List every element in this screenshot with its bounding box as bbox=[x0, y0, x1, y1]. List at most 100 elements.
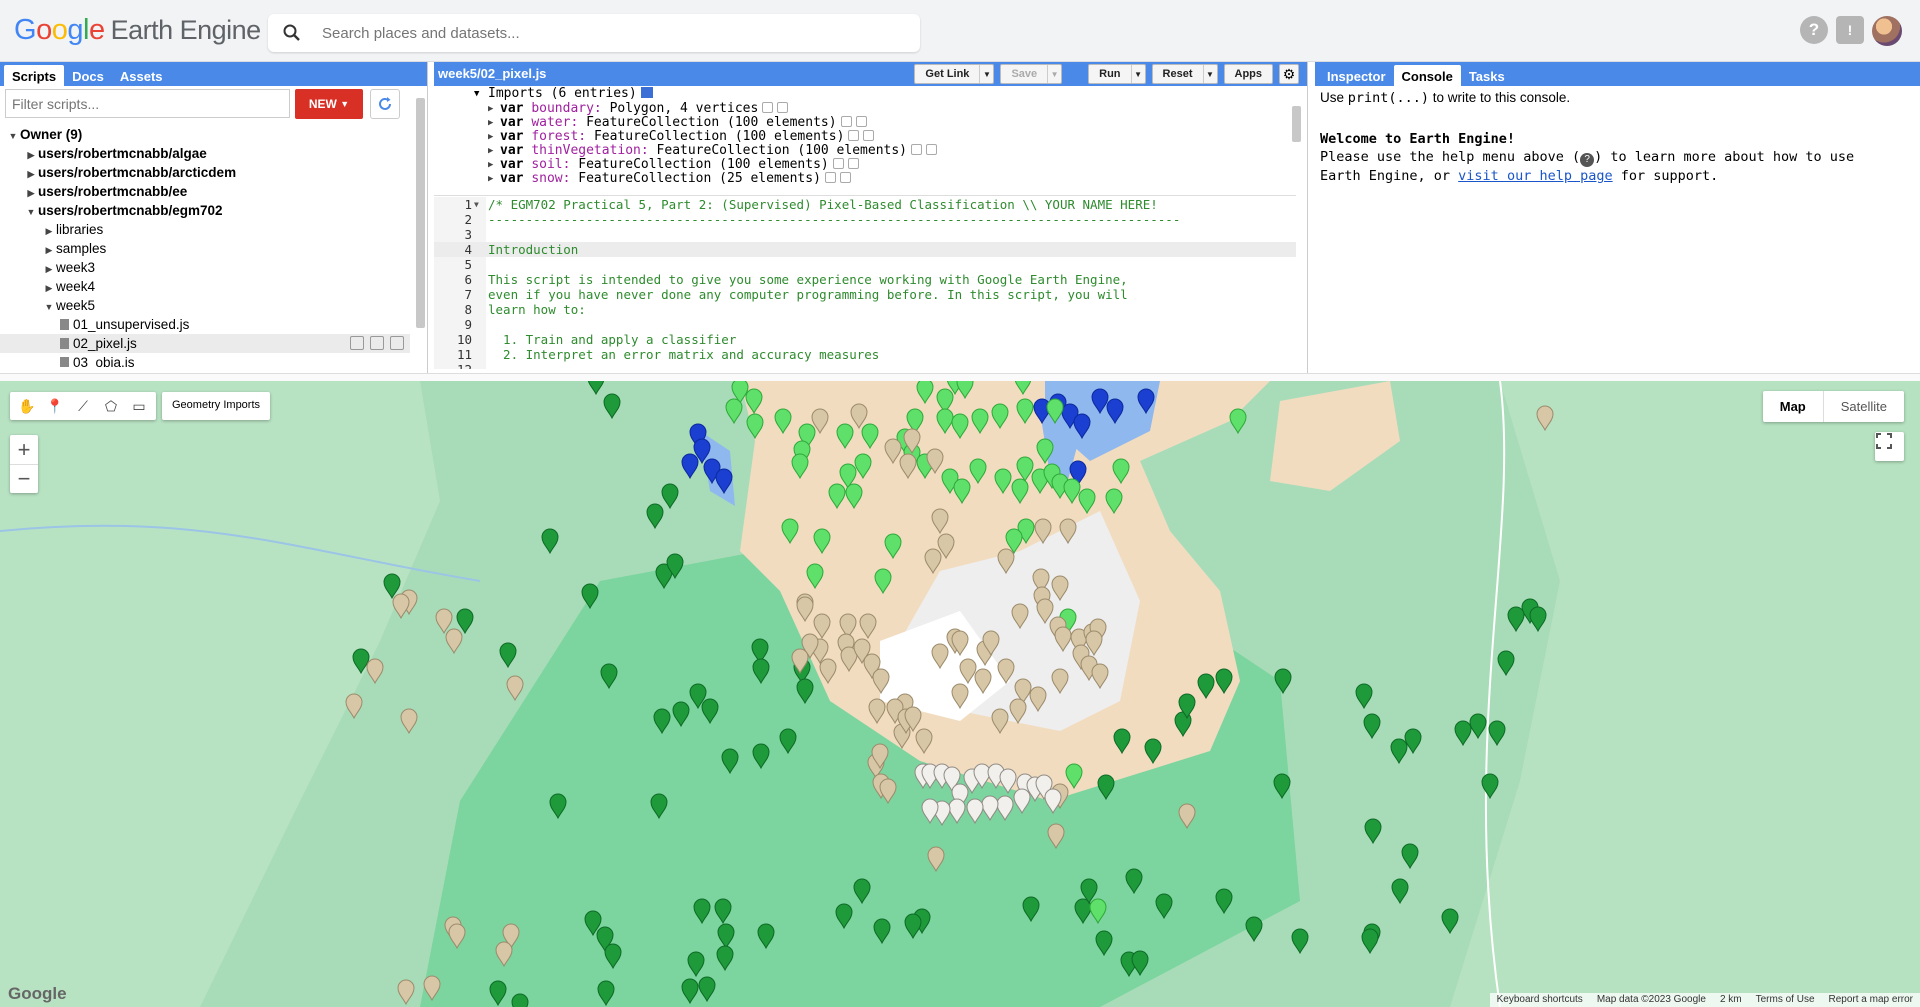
delete-import-icon[interactable] bbox=[839, 172, 851, 183]
apps-button[interactable]: Apps bbox=[1223, 64, 1273, 84]
import-name[interactable]: boundary: bbox=[531, 101, 601, 116]
collapsed-caret-icon[interactable]: ▶ bbox=[488, 102, 493, 116]
panel-splitter[interactable] bbox=[0, 373, 1920, 381]
import-name[interactable]: thinVegetation: bbox=[531, 143, 648, 158]
save-button[interactable]: Save ▼ bbox=[1000, 64, 1063, 84]
code-line[interactable]: 12 bbox=[434, 362, 1296, 369]
folder-item[interactable]: ▼ week5 bbox=[0, 296, 410, 315]
tab-console[interactable]: Console bbox=[1393, 65, 1461, 86]
import-name[interactable]: forest: bbox=[531, 129, 586, 144]
collapse-imports-icon[interactable]: ▼ bbox=[474, 86, 479, 102]
code-line[interactable]: 3 bbox=[434, 227, 1296, 242]
geometry-settings-icon[interactable] bbox=[840, 116, 852, 127]
delete-import-icon[interactable] bbox=[863, 130, 875, 141]
script-file-item[interactable]: 02_pixel.js bbox=[0, 334, 410, 353]
import-entry[interactable]: ▶ var soil: FeatureCollection (100 elemen… bbox=[434, 158, 1296, 172]
import-entry[interactable]: ▶ var thinVegetation: FeatureCollection (… bbox=[434, 144, 1296, 158]
fold-caret-icon[interactable]: ▼ bbox=[474, 197, 479, 212]
geometry-settings-icon[interactable] bbox=[762, 102, 774, 113]
code-line[interactable]: 7 even if you have never done any compute… bbox=[434, 287, 1296, 302]
import-name[interactable]: soil: bbox=[531, 157, 570, 172]
draw-line-icon[interactable]: ⟋ bbox=[69, 392, 97, 420]
chevron-down-icon[interactable]: ▼ bbox=[979, 65, 993, 83]
import-entry[interactable]: ▶ var water: FeatureCollection (100 eleme… bbox=[434, 116, 1296, 130]
code-line[interactable]: 9 bbox=[434, 317, 1296, 332]
folder-item[interactable]: ▶ week4 bbox=[0, 277, 410, 296]
chevron-down-icon[interactable]: ▼ bbox=[1047, 65, 1061, 83]
scale-bar[interactable]: 2 km bbox=[1713, 993, 1749, 1007]
script-file-item[interactable]: 03_obia.js bbox=[0, 353, 410, 367]
folder-item[interactable]: ▼ Owner (9) bbox=[0, 125, 410, 144]
folder-item[interactable]: ▼ users/robertmcnabb/egm702 bbox=[0, 201, 410, 220]
keyboard-shortcuts-link[interactable]: Keyboard shortcuts bbox=[1490, 993, 1590, 1007]
zoom-in-button[interactable]: + bbox=[10, 435, 38, 464]
report-error-link[interactable]: Report a map error bbox=[1822, 993, 1920, 1007]
script-file-item[interactable]: 01_unsupervised.js bbox=[0, 315, 410, 334]
collapsed-caret-icon[interactable]: ▶ bbox=[488, 144, 493, 158]
tab-docs[interactable]: Docs bbox=[64, 65, 112, 86]
reset-button[interactable]: Reset ▼ bbox=[1151, 64, 1218, 84]
code-line[interactable]: 11 2. Interpret an error matrix and accu… bbox=[434, 347, 1296, 362]
fullscreen-icon[interactable] bbox=[1875, 432, 1904, 461]
collapsed-caret-icon[interactable]: ▶ bbox=[488, 116, 493, 130]
terms-link[interactable]: Terms of Use bbox=[1749, 993, 1822, 1007]
chevron-down-icon[interactable]: ▼ bbox=[1130, 65, 1145, 83]
folder-item[interactable]: ▶ users/robertmcnabb/algae bbox=[0, 144, 410, 163]
search-box[interactable] bbox=[268, 14, 920, 52]
collapsed-caret-icon[interactable]: ▶ bbox=[488, 172, 493, 186]
delete-import-icon[interactable] bbox=[926, 144, 937, 155]
run-button[interactable]: Run ▼ bbox=[1088, 64, 1146, 84]
map-view[interactable]: ✋ 📍 ⟋ ⬠ ▭ Geometry Imports + − Map Satel… bbox=[0, 381, 1920, 1007]
show-generated-code-icon[interactable] bbox=[640, 87, 653, 98]
code-line[interactable]: 10 1. Train and apply a classifier bbox=[434, 332, 1296, 347]
tab-assets[interactable]: Assets bbox=[112, 65, 171, 86]
help-page-link[interactable]: visit our help page bbox=[1458, 168, 1612, 184]
folder-item[interactable]: ▶ week3 bbox=[0, 258, 410, 277]
import-name[interactable]: water: bbox=[531, 115, 578, 130]
delete-import-icon[interactable] bbox=[777, 102, 789, 113]
folder-item[interactable]: ▶ samples bbox=[0, 239, 410, 258]
tab-tasks[interactable]: Tasks bbox=[1461, 65, 1513, 86]
delete-icon[interactable] bbox=[390, 336, 404, 350]
delete-import-icon[interactable] bbox=[847, 158, 859, 169]
draw-rectangle-icon[interactable]: ▭ bbox=[125, 392, 153, 420]
import-name[interactable]: snow: bbox=[531, 171, 570, 186]
tab-inspector[interactable]: Inspector bbox=[1319, 65, 1394, 86]
search-input[interactable] bbox=[320, 22, 900, 44]
code-area[interactable]: 1 ▼ /* EGM702 Practical 5, Part 2: (Superv… bbox=[434, 197, 1296, 369]
geometry-settings-icon[interactable] bbox=[911, 144, 922, 155]
map-button[interactable]: Map bbox=[1763, 391, 1823, 422]
help-icon[interactable]: ? bbox=[1800, 16, 1828, 44]
gear-icon[interactable]: ⚙ bbox=[1279, 64, 1299, 84]
get-link-button[interactable]: Get Link ▼ bbox=[914, 64, 995, 84]
scripts-scrollbar[interactable] bbox=[416, 98, 425, 328]
edit-icon[interactable] bbox=[370, 336, 384, 350]
filter-scripts-input[interactable] bbox=[5, 89, 290, 118]
share-icon[interactable] bbox=[350, 336, 364, 350]
geometry-settings-icon[interactable] bbox=[824, 172, 836, 183]
feedback-icon[interactable]: ! bbox=[1836, 16, 1864, 44]
collapsed-caret-icon[interactable]: ▶ bbox=[488, 130, 493, 144]
refresh-button[interactable] bbox=[370, 89, 400, 119]
earth-engine-logo[interactable]: Google Earth Engine bbox=[14, 14, 261, 47]
zoom-out-button[interactable]: − bbox=[10, 464, 38, 493]
draw-polygon-icon[interactable]: ⬠ bbox=[97, 392, 125, 420]
draw-point-icon[interactable]: 📍 bbox=[41, 392, 69, 420]
delete-import-icon[interactable] bbox=[855, 116, 867, 127]
satellite-button[interactable]: Satellite bbox=[1822, 391, 1904, 422]
collapsed-caret-icon[interactable]: ▶ bbox=[488, 158, 493, 172]
code-line[interactable]: 2 ---------------------------------------… bbox=[434, 212, 1296, 227]
code-line[interactable]: 4 Introduction bbox=[434, 242, 1296, 257]
tab-scripts[interactable]: Scripts bbox=[4, 65, 65, 86]
geometry-imports-button[interactable]: Geometry Imports bbox=[162, 392, 271, 420]
import-entry[interactable]: ▶ var snow: FeatureCollection (25 element… bbox=[434, 172, 1296, 186]
avatar[interactable] bbox=[1872, 16, 1902, 46]
code-line[interactable]: 1 ▼ /* EGM702 Practical 5, Part 2: (Superv… bbox=[434, 197, 1296, 212]
geometry-settings-icon[interactable] bbox=[832, 158, 844, 169]
code-line[interactable]: 5 bbox=[434, 257, 1296, 272]
geometry-settings-icon[interactable] bbox=[848, 130, 860, 141]
chevron-down-icon[interactable]: ▼ bbox=[1202, 65, 1217, 83]
import-entry[interactable]: ▶ var forest: FeatureCollection (100 elem… bbox=[434, 130, 1296, 144]
code-line[interactable]: 8 learn how to: bbox=[434, 302, 1296, 317]
map-canvas[interactable] bbox=[0, 381, 1920, 1007]
